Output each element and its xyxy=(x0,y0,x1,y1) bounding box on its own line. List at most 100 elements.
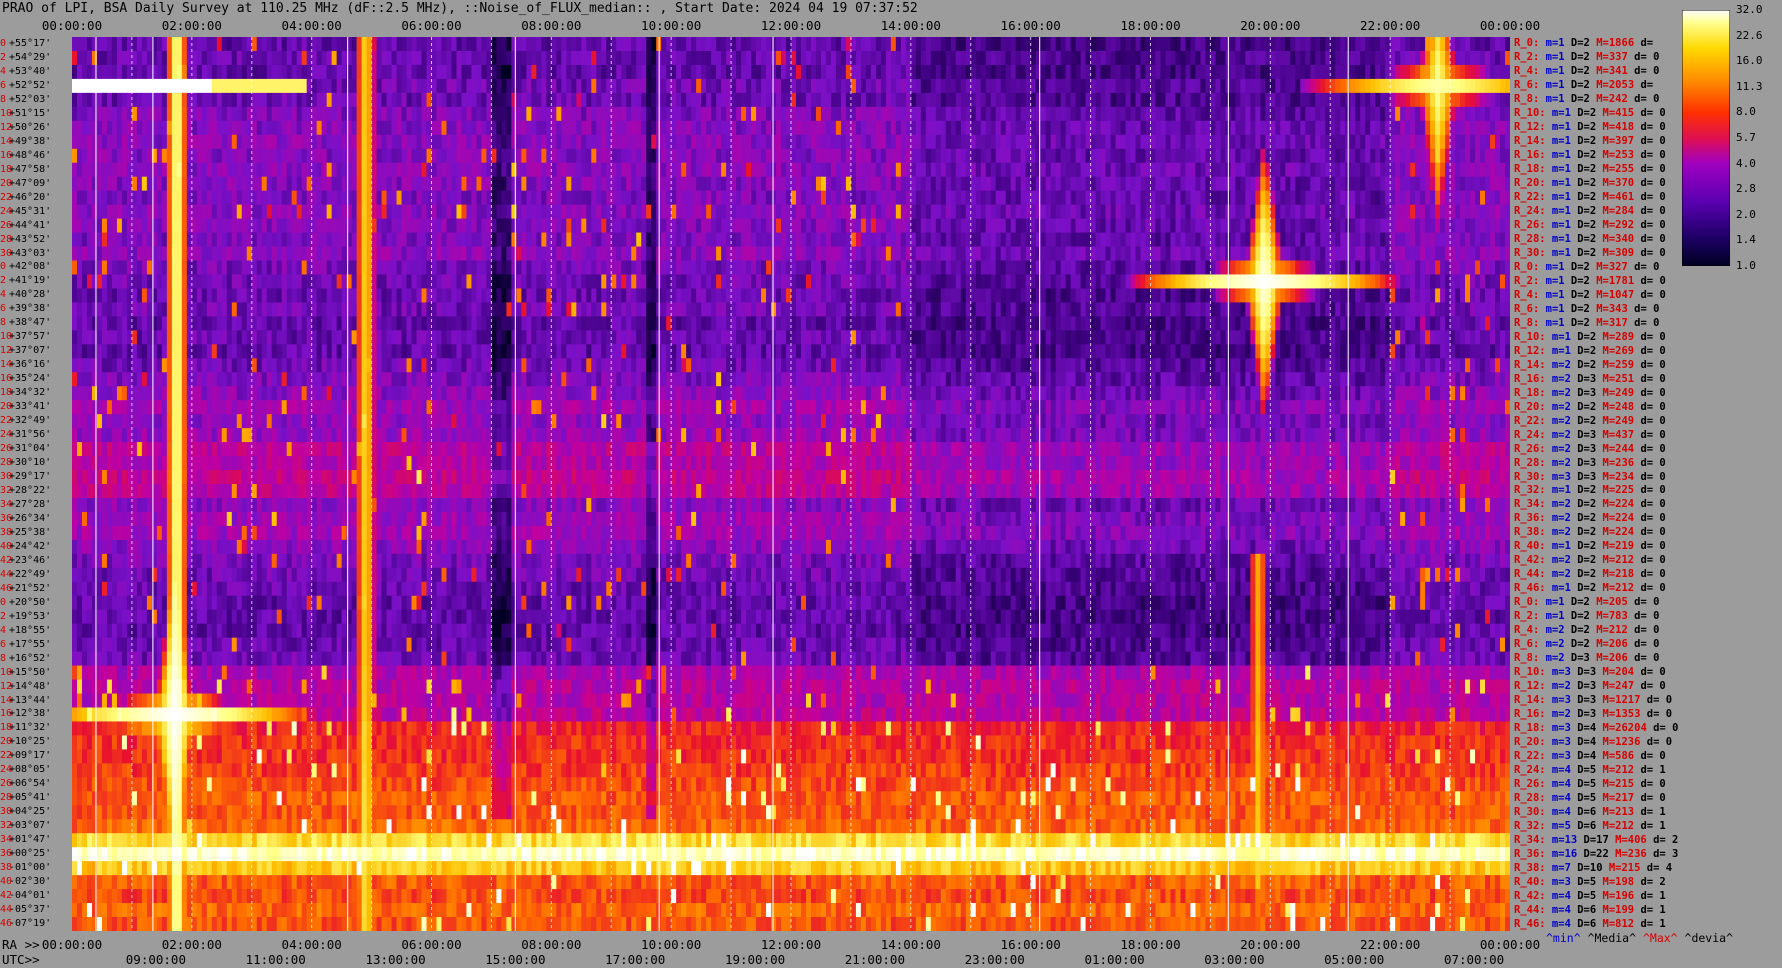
heatmap-cell xyxy=(1135,134,1142,150)
heatmap-cell xyxy=(356,148,363,164)
heatmap-cell xyxy=(1395,190,1401,206)
heatmap-cell xyxy=(191,190,198,206)
heatmap-cell xyxy=(72,176,78,192)
heatmap-cell xyxy=(995,148,1002,164)
heatmap-cell xyxy=(925,260,932,276)
heatmap-cell xyxy=(1070,37,1077,52)
heatmap-cell xyxy=(621,218,627,234)
heatmap-cell xyxy=(646,246,652,262)
heatmap-cell xyxy=(661,134,667,150)
heatmap-cell xyxy=(226,232,233,248)
heatmap-cell xyxy=(441,218,448,234)
heatmap-cell xyxy=(766,64,772,80)
heatmap-cell xyxy=(531,106,537,122)
heatmap-cell xyxy=(1260,232,1266,248)
heatmap-cell xyxy=(91,106,98,122)
heatmap-cell xyxy=(925,37,932,52)
heatmap-cell xyxy=(1505,134,1510,150)
declination-label: 18+47°58' xyxy=(0,163,52,175)
heatmap-cell xyxy=(291,162,298,178)
heatmap-cell xyxy=(1370,64,1376,80)
heatmap-cell xyxy=(451,148,458,164)
heatmap-cell xyxy=(201,134,208,150)
heatmap-cell xyxy=(436,134,443,150)
heatmap-cell xyxy=(1280,50,1286,66)
heatmap-cell xyxy=(301,260,308,276)
heatmap-cell xyxy=(1165,176,1172,192)
heatmap-cell xyxy=(865,176,872,192)
heatmap-cell xyxy=(1475,204,1481,220)
heatmap-cell xyxy=(96,274,103,290)
heatmap-cell xyxy=(1020,92,1027,108)
heatmap-cell xyxy=(1010,148,1017,164)
heatmap-cell xyxy=(1190,120,1197,136)
heatmap-cell xyxy=(1430,120,1436,136)
heatmap-cell xyxy=(526,232,532,248)
heatmap-cell xyxy=(850,106,857,122)
heatmap-cell xyxy=(825,50,832,66)
heatmap-cell xyxy=(1180,92,1187,108)
heatmap-cell xyxy=(536,120,542,136)
heatmap-cell xyxy=(72,204,78,220)
heatmap-cell xyxy=(301,218,308,234)
heatmap-cell xyxy=(1070,162,1077,178)
heatmap-cell xyxy=(516,37,522,52)
heatmap-cell xyxy=(406,37,413,52)
heatmap-cell xyxy=(381,232,388,248)
heatmap-cell xyxy=(1155,218,1162,234)
heatmap-cell xyxy=(666,148,672,164)
heatmap-cell xyxy=(870,190,877,206)
heatmap-cell xyxy=(1355,64,1361,80)
heatmap-cell xyxy=(895,176,902,192)
heatmap-cell xyxy=(691,218,697,234)
heatmap-cell xyxy=(1505,78,1510,94)
heatmap-cell xyxy=(751,260,757,276)
heatmap-cell xyxy=(356,190,363,206)
declination-label: 0 +20°50' xyxy=(0,596,52,608)
heatmap-cell xyxy=(731,120,737,136)
heatmap-cell xyxy=(1195,176,1202,192)
heatmap-cell xyxy=(875,162,882,178)
heatmap-cell xyxy=(795,50,802,66)
heatmap-cell xyxy=(1380,148,1386,164)
heatmap-cell xyxy=(1460,134,1466,150)
heatmap-cell xyxy=(1290,148,1296,164)
heatmap-cell xyxy=(661,92,667,108)
heatmap-cell xyxy=(181,204,188,220)
heatmap-cell xyxy=(251,50,258,66)
heatmap-cell xyxy=(855,190,862,206)
heatmap-cell xyxy=(1285,78,1291,94)
heatmap-cell xyxy=(201,64,208,80)
heatmap-cell xyxy=(1420,148,1426,164)
declination-label: 46+21°52' xyxy=(0,582,52,594)
heatmap-cell xyxy=(721,218,727,234)
heatmap-cell xyxy=(671,37,677,52)
heatmap-cell xyxy=(1495,260,1501,276)
heatmap-cell xyxy=(1090,176,1097,192)
heatmap-cell xyxy=(1240,190,1246,206)
heatmap-cell xyxy=(1200,246,1207,262)
heatmap-cell xyxy=(491,148,498,164)
heatmap-cell xyxy=(296,37,303,52)
heatmap-cell xyxy=(306,190,313,206)
heatmap-cell xyxy=(885,106,892,122)
heatmap-cell xyxy=(1080,92,1087,108)
heatmap-cell xyxy=(751,232,757,248)
heatmap-cell xyxy=(1430,176,1436,192)
heatmap-cell xyxy=(91,148,98,164)
heatmap-cell xyxy=(910,260,917,276)
heatmap-cell xyxy=(1020,190,1027,206)
heatmap-cell xyxy=(501,50,507,66)
heatmap-cell xyxy=(1400,176,1406,192)
heatmap-cell xyxy=(461,260,468,276)
heatmap-cell xyxy=(536,37,542,52)
heatmap-cell xyxy=(616,148,622,164)
heatmap-cell xyxy=(581,92,587,108)
heatmap-cell xyxy=(231,260,238,276)
heatmap-cell xyxy=(1255,50,1261,66)
heatmap-cell xyxy=(1060,92,1067,108)
heatmap-cell xyxy=(895,204,902,220)
heatmap-cell xyxy=(491,78,498,94)
heatmap-cell xyxy=(731,134,737,150)
heatmap-cell xyxy=(1420,92,1426,108)
